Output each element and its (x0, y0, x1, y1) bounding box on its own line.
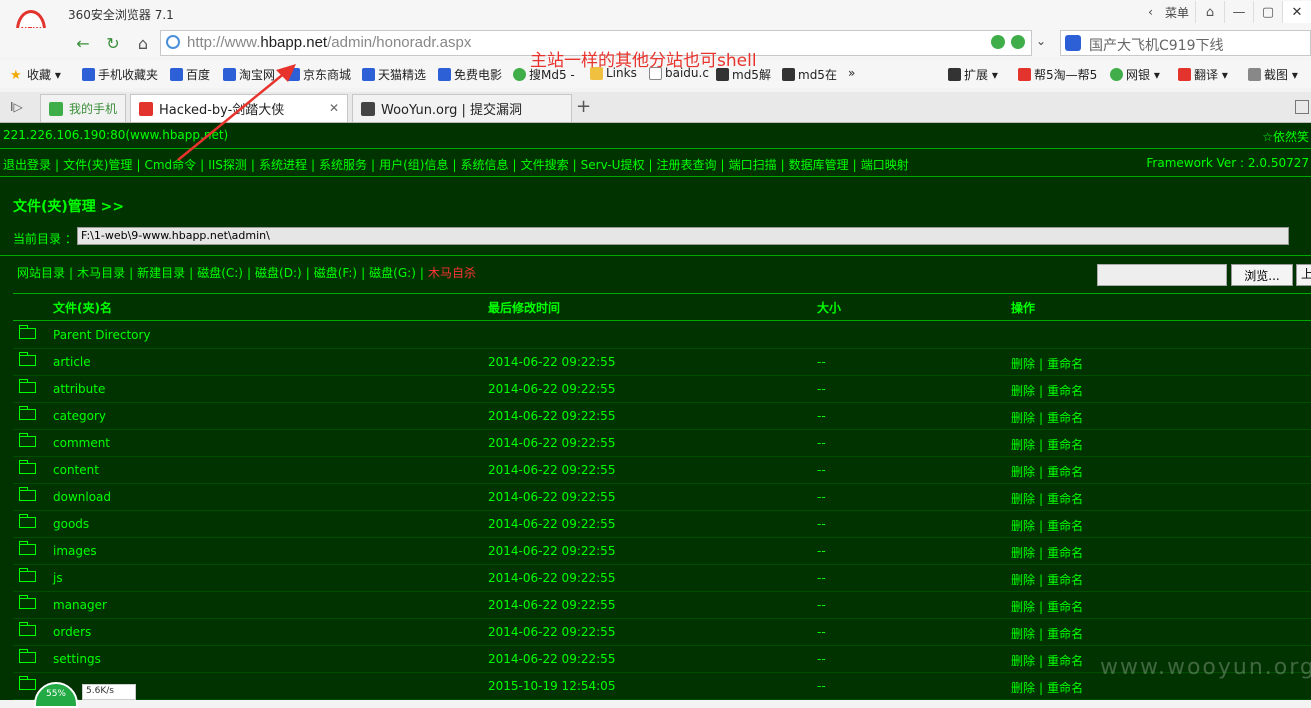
annotation-arrow (177, 64, 296, 161)
speed-rate: 5.6K/s (82, 684, 136, 700)
annotation-text: 主站一样的其他分站也可shell (530, 51, 757, 71)
watermark: www.wooyun.org (1100, 655, 1311, 680)
